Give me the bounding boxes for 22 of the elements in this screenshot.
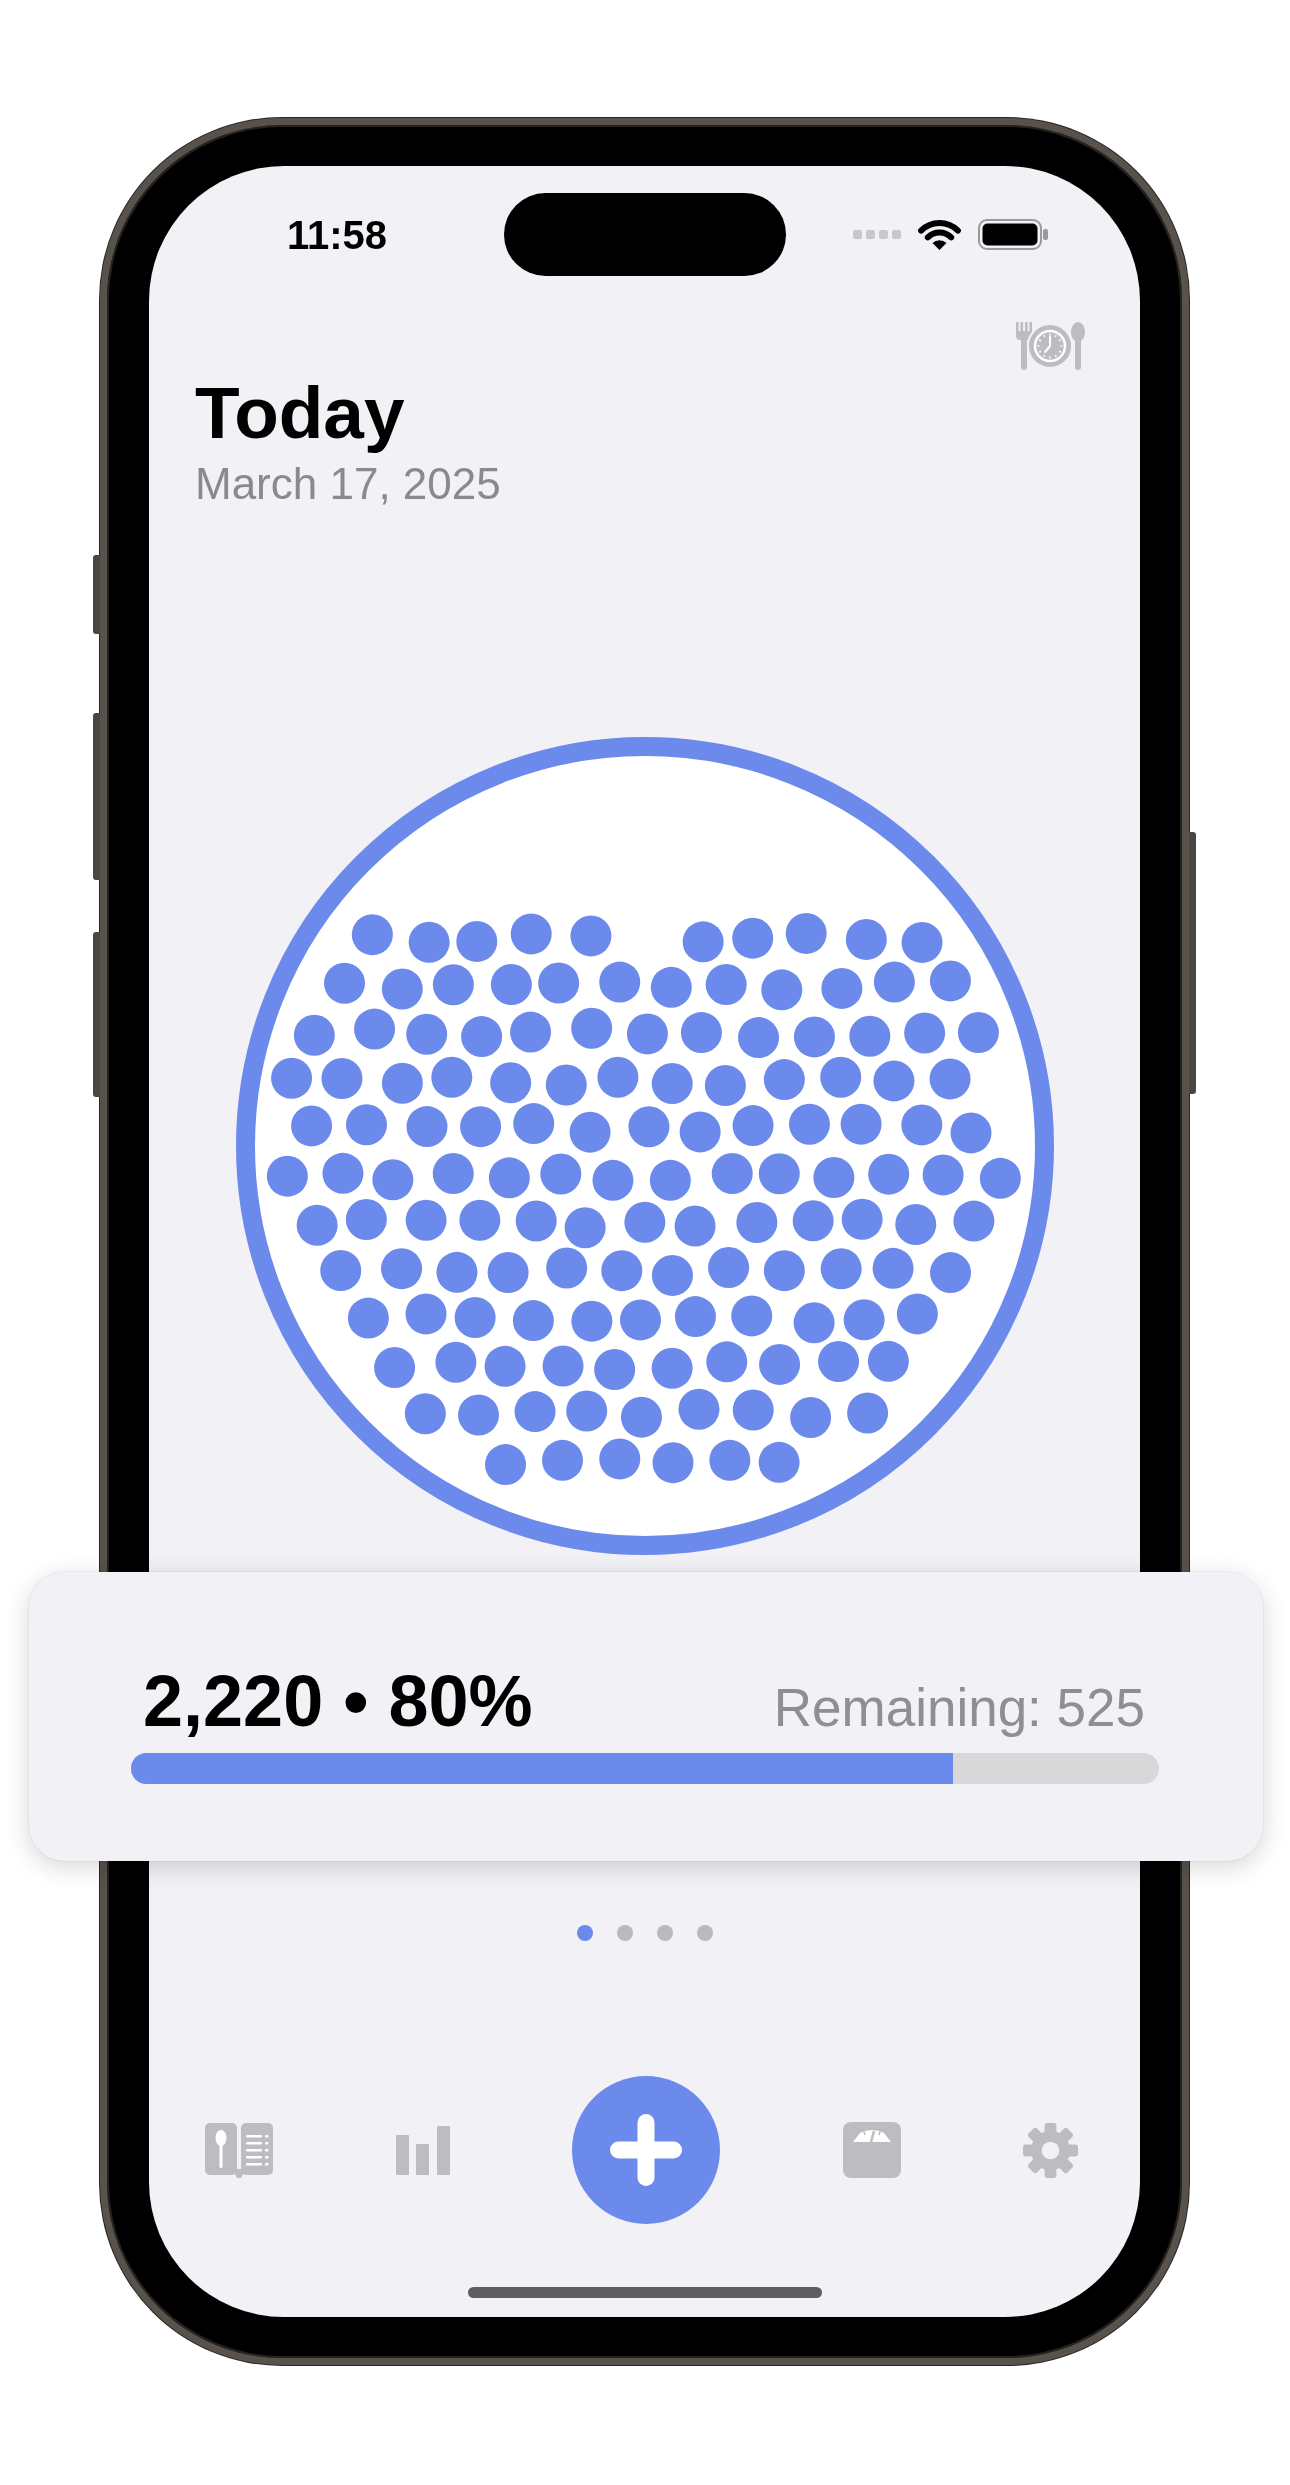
calorie-total: 2,220 • 80% — [143, 1667, 533, 1735]
bar-chart-icon[interactable] — [395, 2125, 450, 2175]
page-dot[interactable] — [616, 1925, 633, 1941]
page-dot[interactable] — [696, 1925, 713, 1941]
page-dot[interactable] — [656, 1925, 673, 1941]
plus-icon — [610, 2114, 682, 2186]
book-spoon-icon[interactable] — [205, 2122, 273, 2178]
side-button[interactable] — [1189, 832, 1196, 1094]
status-time: 11:58 — [287, 211, 388, 258]
scale-icon[interactable] — [842, 2122, 901, 2178]
page-title: Today — [195, 372, 405, 454]
signal-icon — [852, 230, 901, 239]
page-dot[interactable] — [576, 1925, 593, 1941]
plate-clock-icon[interactable] — [1015, 322, 1085, 370]
battery-icon — [977, 219, 1049, 250]
side-button[interactable] — [93, 555, 100, 634]
wifi-icon — [916, 218, 962, 251]
side-button[interactable] — [93, 713, 100, 880]
side-button[interactable] — [93, 932, 100, 1097]
settings-icon[interactable] — [1023, 2121, 1078, 2179]
date-subtitle: March 17, 2025 — [195, 459, 501, 509]
remaining-text: Remaining: 525 — [773, 1677, 1145, 1739]
